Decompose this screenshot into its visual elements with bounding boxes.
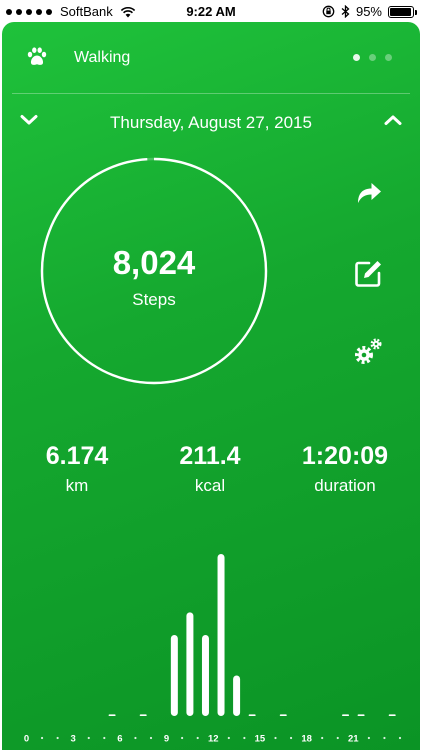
duration-label: duration (314, 476, 376, 495)
page-dot[interactable] (385, 54, 392, 61)
tick-dot (274, 736, 277, 740)
steps-count: 8,024 (112, 244, 196, 281)
battery-level (390, 7, 411, 16)
page-dot[interactable] (369, 54, 376, 61)
tick-dot (383, 736, 386, 740)
tick-dot (398, 736, 402, 740)
distance-value: 6.174 (45, 442, 109, 470)
battery-icon (388, 5, 417, 18)
bar-hour-14 (248, 714, 256, 716)
tick-dot (134, 736, 137, 740)
activity-card[interactable]: Walking Thursday, August 27, 2015 8,024 … (2, 22, 420, 750)
steps-label: Steps (132, 290, 176, 309)
calories-value: 211.4 (179, 442, 241, 470)
page-indicator[interactable] (353, 54, 392, 61)
bar-hour-10 (186, 612, 194, 716)
calories-stat: 211.4 kcal (150, 442, 270, 496)
tick-dot (103, 736, 106, 740)
hourly-steps-chart: 0 3 6 9 12 15 18 21 (24, 554, 402, 745)
activity-title[interactable]: Walking (74, 49, 130, 67)
x-tick-label: 6 (117, 734, 122, 745)
tick-dot (367, 736, 370, 740)
bar-hour-12 (217, 554, 225, 716)
bar-hour-13 (233, 675, 241, 716)
x-tick-label: 15 (255, 734, 266, 745)
bar-hour-7 (139, 714, 147, 716)
tick-dot (56, 736, 59, 740)
tick-dot (227, 736, 230, 740)
tick-dot (87, 736, 90, 740)
bar-hour-9 (170, 635, 178, 716)
x-tick-label: 3 (71, 734, 76, 745)
x-tick-label: 18 (301, 734, 312, 745)
x-tick-label: 9 (164, 734, 169, 745)
duration-value: 1:20:09 (301, 442, 389, 470)
orientation-lock-icon (322, 5, 335, 18)
tick-dot (289, 736, 293, 740)
chevron-up-icon[interactable] (384, 114, 402, 126)
bar-hour-20 (342, 714, 350, 716)
tick-dot (149, 736, 153, 740)
tick-dot (40, 736, 44, 740)
bar-hour-16 (279, 714, 287, 716)
status-bar: SoftBank 9:22 AM 95% (0, 0, 422, 22)
distance-stat: 6.174 km (17, 442, 137, 496)
tick-dot (196, 736, 199, 740)
bar-hour-11 (201, 635, 209, 716)
bar-hour-23 (388, 714, 396, 716)
page-dot[interactable] (353, 54, 360, 61)
x-tick-label: 0 (24, 734, 29, 745)
tick-dot (243, 736, 246, 740)
x-tick-label: 12 (208, 734, 219, 745)
divider (12, 93, 410, 94)
bar-hour-5 (108, 714, 116, 716)
duration-stat: 1:20:09 duration (285, 442, 405, 496)
distance-unit: km (65, 476, 89, 495)
bluetooth-icon (341, 5, 350, 18)
tick-dot (321, 736, 324, 740)
tick-dot (336, 736, 339, 740)
battery-percent: 95% (355, 4, 382, 19)
paw-icon (27, 47, 47, 65)
tick-dot (181, 736, 184, 740)
settings-gears-icon[interactable] (352, 336, 384, 368)
status-right: 95% (322, 4, 417, 19)
bar-hour-21 (357, 714, 365, 716)
edit-icon[interactable] (352, 258, 384, 290)
calories-unit: kcal (194, 476, 226, 495)
date-label: Thursday, August 27, 2015 (110, 113, 312, 132)
share-icon[interactable] (352, 176, 384, 208)
x-tick-label: 21 (348, 734, 359, 745)
